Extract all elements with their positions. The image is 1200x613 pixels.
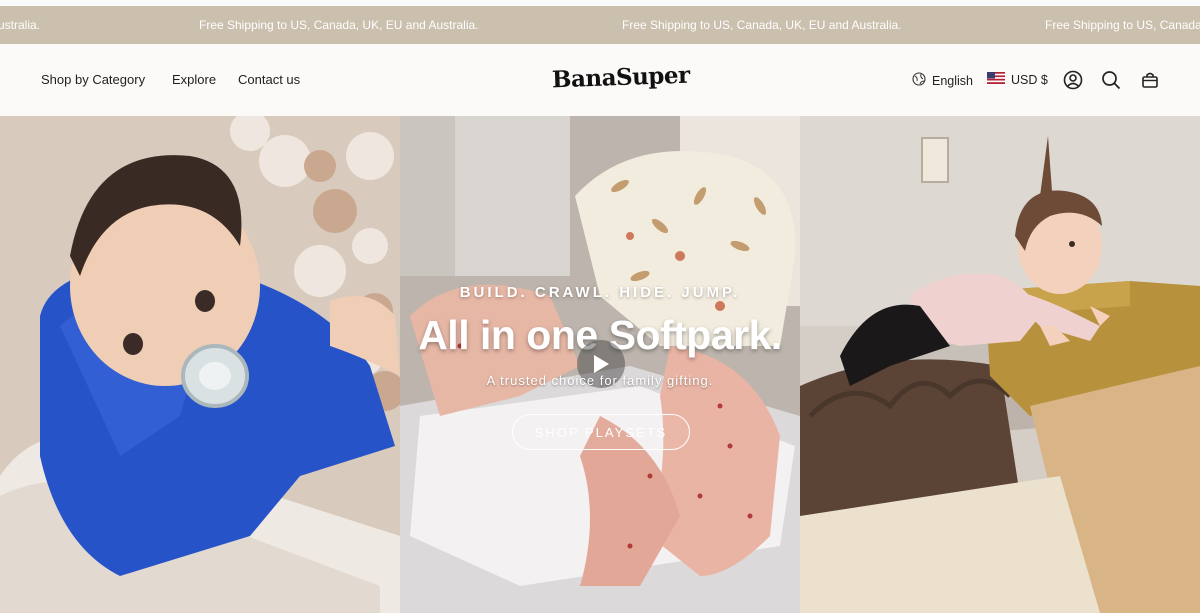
hero-image-ball-pit — [0, 116, 400, 613]
site-header: Shop by Category Explore Contact us Bana… — [0, 44, 1200, 116]
cart-icon[interactable] — [1138, 68, 1162, 92]
shop-playsets-button[interactable]: SHOP PLAYSETS — [512, 414, 690, 450]
announcement-message: Free Shipping to US, Canada, UK, EU and … — [199, 18, 479, 32]
us-flag-icon — [987, 72, 1005, 87]
brand-logo[interactable]: BanaSuper — [552, 62, 690, 94]
currency-label: USD $ — [1011, 72, 1048, 87]
language-label: English — [932, 73, 973, 88]
currency-selector[interactable]: USD $ — [987, 72, 1048, 87]
announcement-message: Free Shipping to US, Canada, UK, EU and … — [622, 18, 902, 32]
language-selector[interactable]: English — [912, 72, 973, 89]
play-icon — [594, 355, 609, 373]
globe-icon — [912, 72, 926, 89]
announcement-message: ustralia. — [0, 18, 41, 32]
hero-video-banner[interactable]: BUILD. CRAWL. HIDE. JUMP. All in one Sof… — [0, 116, 1200, 613]
announcement-message: Free Shipping to US, Canada, — [1045, 18, 1200, 32]
hero-image-foam-blocks — [800, 116, 1200, 613]
play-video-button[interactable] — [577, 340, 625, 388]
nav-item-explore[interactable]: Explore — [172, 72, 216, 87]
search-icon[interactable] — [1099, 68, 1123, 92]
announcement-bar: ustralia. Free Shipping to US, Canada, U… — [0, 6, 1200, 44]
nav-item-shop-by-category[interactable]: Shop by Category — [41, 72, 145, 87]
nav-item-contact-us[interactable]: Contact us — [238, 72, 300, 87]
account-icon[interactable] — [1061, 68, 1085, 92]
